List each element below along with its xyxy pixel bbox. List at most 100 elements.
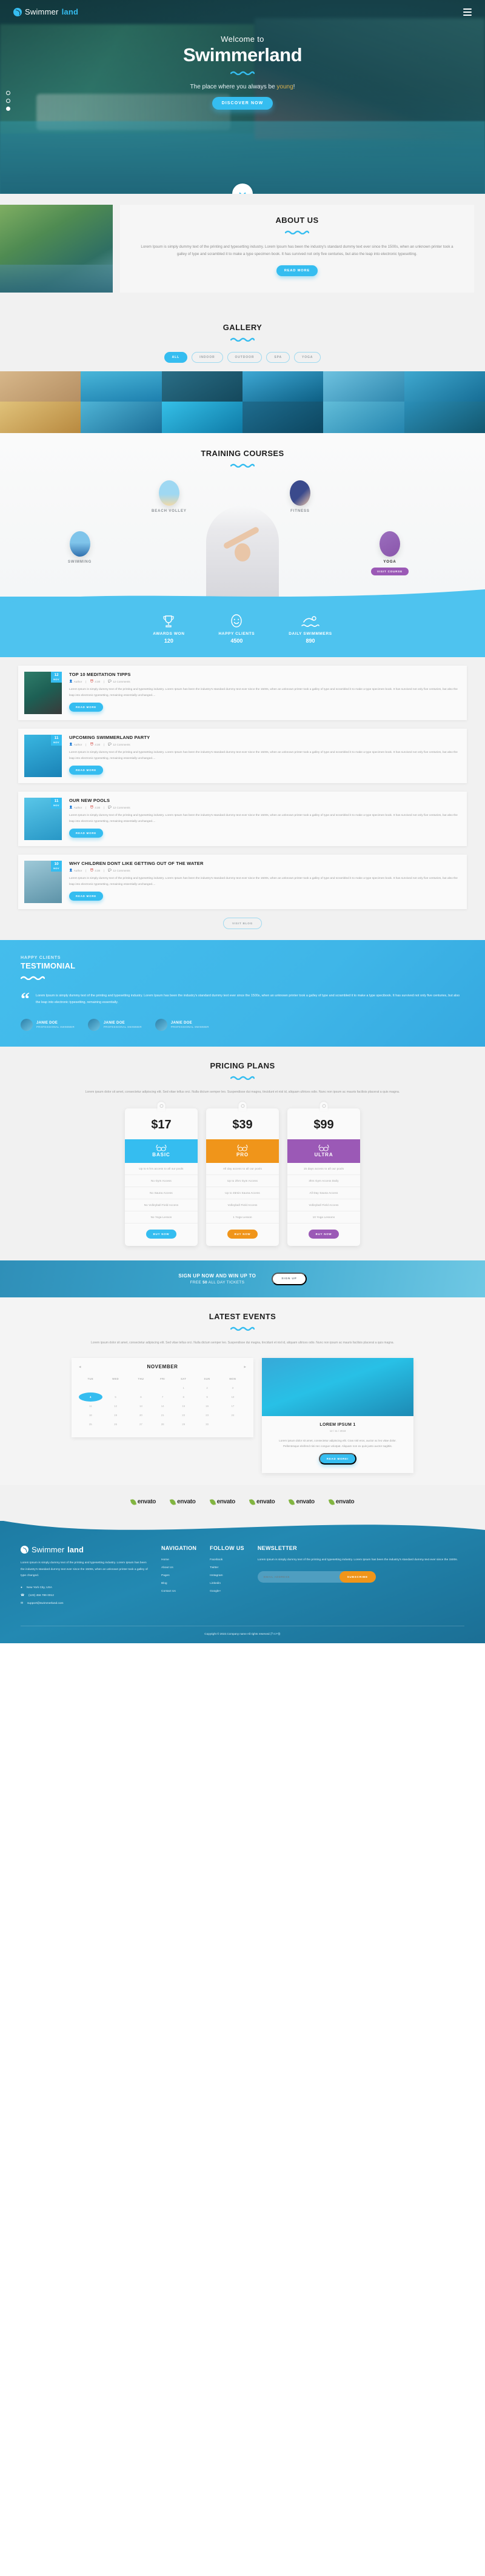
calendar-day[interactable]: 27 — [129, 1420, 153, 1429]
gallery-filter-all[interactable]: ALL — [164, 352, 188, 363]
calendar-day[interactable]: 5 — [102, 1392, 129, 1402]
plan-buy-button[interactable]: BUY NOW — [227, 1230, 258, 1239]
calendar-day[interactable]: 30 — [195, 1420, 219, 1429]
calendar-day[interactable]: 9 — [195, 1392, 219, 1402]
gallery-item[interactable] — [323, 402, 404, 433]
plan-buy-button[interactable]: BUY NOW — [308, 1230, 340, 1239]
post-day: 11 — [54, 736, 59, 740]
calendar-day[interactable]: 29 — [172, 1420, 195, 1429]
gallery-filter-indoor[interactable]: INDOOR — [192, 352, 223, 363]
post-date-badge: 12 NOV — [51, 672, 62, 683]
blog-post[interactable]: 12 NOV TOP 10 MEDITATION TIPPS 👤 Author | ⏰ 4:3… — [18, 666, 467, 720]
calendar-day[interactable]: 25 — [79, 1420, 102, 1429]
calendar-day[interactable]: 22 — [172, 1411, 195, 1420]
blog-post[interactable]: 10 NOV WHY CHILDREN DONT LIKE GETTING OUT … — [18, 855, 467, 909]
gallery-item[interactable] — [0, 371, 81, 402]
gallery-item[interactable] — [242, 371, 324, 402]
hero-dot-2[interactable] — [6, 99, 10, 103]
calendar-day[interactable]: 23 — [195, 1411, 219, 1420]
plan-buy-button[interactable]: BUY NOW — [146, 1230, 177, 1239]
gallery-item[interactable] — [323, 371, 404, 402]
footer-nav-link[interactable]: About Us — [161, 1566, 196, 1569]
footer-logo[interactable]: Swimmer land — [21, 1545, 148, 1554]
plan-hook-decoration — [238, 1102, 247, 1112]
calendar-day[interactable]: 21 — [153, 1411, 172, 1420]
calendar-day[interactable]: 26 — [102, 1420, 129, 1429]
site-logo[interactable]: Swimmer land — [13, 7, 78, 16]
footer-social-link[interactable]: Facebook — [210, 1558, 244, 1561]
gallery-item[interactable] — [242, 402, 324, 433]
post-read-more-button[interactable]: READ MORE — [69, 892, 104, 901]
calendar-day[interactable]: 24 — [219, 1411, 246, 1420]
footer-social-link[interactable]: Twitter — [210, 1566, 244, 1569]
signup-button[interactable]: SIGN UP — [272, 1273, 307, 1286]
testimonial-author[interactable]: JANIE DOE PROFESSIONAL SWIMMER — [155, 1018, 209, 1031]
calendar-day[interactable]: 11 — [79, 1402, 102, 1411]
gallery-item[interactable] — [81, 402, 162, 433]
gallery-item[interactable] — [404, 402, 485, 433]
gallery-item[interactable] — [161, 371, 242, 402]
footer-social-link[interactable]: Instagram — [210, 1574, 244, 1577]
footer-nav-link[interactable]: Pages — [161, 1574, 196, 1577]
calendar-day[interactable]: 7 — [153, 1392, 172, 1402]
calendar-day[interactable]: 2 — [195, 1383, 219, 1392]
footer-nav-link[interactable]: Home — [161, 1558, 196, 1561]
calendar-month-label: NOVEMBER — [147, 1364, 178, 1370]
gallery-filter-spa[interactable]: SPA — [266, 352, 290, 363]
discover-now-button[interactable]: DISCOVER NOW — [212, 97, 273, 110]
footer-social-link[interactable]: Google+ — [210, 1590, 244, 1593]
calendar-day[interactable]: 16 — [195, 1402, 219, 1411]
hero-slider-dots[interactable] — [6, 91, 10, 111]
gallery-filter-yoga[interactable]: YOGA — [293, 352, 321, 363]
course-swimming[interactable]: SWIMMING — [68, 531, 92, 564]
visit-course-button[interactable]: VISIT COURSE — [371, 568, 409, 575]
newsletter-email-input[interactable] — [257, 1571, 340, 1583]
event-read-more-button[interactable]: READ MORE! — [318, 1453, 357, 1465]
visit-blog-button[interactable]: VISIT BLOG — [222, 918, 263, 929]
menu-toggle-icon[interactable] — [463, 8, 472, 16]
calendar-day[interactable]: 17 — [219, 1402, 246, 1411]
calendar-day[interactable]: 12 — [102, 1402, 129, 1411]
post-read-more-button[interactable]: READ MORE — [69, 829, 104, 838]
calendar-day[interactable]: 18 — [79, 1411, 102, 1420]
calendar-day[interactable]: 28 — [153, 1420, 172, 1429]
gallery-item[interactable] — [404, 371, 485, 402]
post-read-more-button[interactable]: READ MORE — [69, 766, 104, 775]
course-yoga[interactable]: YOGA VISIT COURSE — [371, 531, 409, 575]
calendar-day[interactable]: 1 — [172, 1383, 195, 1392]
footer-nav-link[interactable]: Blog — [161, 1582, 196, 1585]
calendar-day[interactable]: 4 — [79, 1392, 102, 1402]
about-read-more-button[interactable]: READ MORE — [276, 265, 318, 277]
hero-dot-1[interactable] — [6, 91, 10, 95]
blog-post[interactable]: 11 NOV UPCOMING SWIMMERLAND PARTY 👤 Author | ⏰… — [18, 729, 467, 783]
calendar-next-icon[interactable]: ▶ — [244, 1365, 246, 1369]
gallery-filter-outdoor[interactable]: OUTDOOR — [227, 352, 263, 363]
course-fitness[interactable]: FITNESS — [290, 480, 310, 513]
copyright-link[interactable]: 沪ICP备 — [270, 1632, 281, 1635]
gallery-item[interactable] — [0, 402, 81, 433]
calendar-day[interactable]: 8 — [172, 1392, 195, 1402]
calendar-day[interactable]: 3 — [219, 1383, 246, 1392]
calendar-day[interactable]: 6 — [129, 1392, 153, 1402]
calendar-day[interactable]: 10 — [219, 1392, 246, 1402]
plan-feature: 10 Yoga Lessons — [287, 1211, 360, 1224]
calendar-weekday: TUE — [87, 1377, 94, 1381]
blog-post[interactable]: 11 NOV OUR NEW POOLS 👤 Author | ⏰ 4:30 | 💬 12 Comm… — [18, 792, 467, 846]
hero-dot-3[interactable] — [6, 107, 10, 111]
calendar-prev-icon[interactable]: ◀ — [79, 1365, 81, 1369]
calendar-day[interactable]: 20 — [129, 1411, 153, 1420]
footer-social-link[interactable]: Linkedin — [210, 1582, 244, 1585]
gallery-item[interactable] — [81, 371, 162, 402]
post-read-more-button[interactable]: READ MORE — [69, 703, 104, 712]
footer-nav-link[interactable]: Contact Us — [161, 1590, 196, 1593]
course-beach-volley[interactable]: BEACH VOLLEY — [152, 480, 187, 513]
testimonial-author[interactable]: JANIE DOE PROFESSIONAL SWIMMER — [87, 1018, 142, 1031]
calendar-day[interactable]: 15 — [172, 1402, 195, 1411]
calendar-day[interactable]: 19 — [102, 1411, 129, 1420]
newsletter-subscribe-button[interactable]: SUBSCRIBE — [339, 1571, 376, 1583]
testimonial-author[interactable]: JANIE DOE PROFESSIONAL SWIMMER — [21, 1018, 75, 1031]
calendar-day[interactable]: 13 — [129, 1402, 153, 1411]
gallery-item[interactable] — [161, 402, 242, 433]
post-thumbnail: 11 NOV — [24, 735, 62, 777]
calendar-day[interactable]: 14 — [153, 1402, 172, 1411]
